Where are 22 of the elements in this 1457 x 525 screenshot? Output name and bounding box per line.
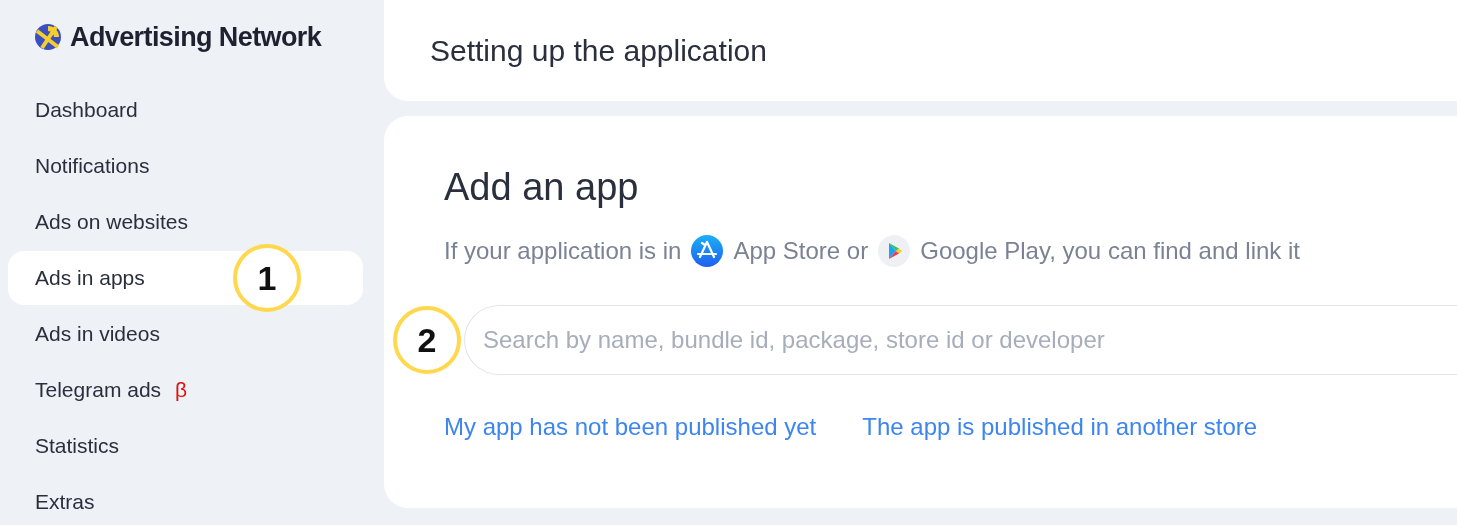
- play-store-icon: [878, 235, 911, 267]
- hint-text: Google Play, you can find and link it: [920, 237, 1300, 265]
- sidebar-item[interactable]: Dashboard: [8, 83, 138, 137]
- hint-text: App Store or: [733, 237, 869, 265]
- link[interactable]: The app is published in another store: [862, 413, 1258, 441]
- sidebar-item[interactable]: Ads on websites: [8, 195, 188, 249]
- sidebar-item[interactable]: Notifications: [8, 139, 150, 193]
- hint-text: If your application is in: [444, 237, 682, 265]
- callout-marker: 1: [233, 244, 301, 312]
- sidebar-item[interactable]: Telegram ads: [8, 363, 162, 417]
- globe-logo-icon: [34, 23, 62, 51]
- page-title: Setting up the application: [430, 33, 767, 68]
- link[interactable]: My app has not been published yet: [444, 413, 817, 441]
- callout-marker: 2: [393, 306, 461, 374]
- app-store-icon: [691, 235, 724, 267]
- logo-text: Advertising Network: [70, 21, 322, 53]
- card-title: Add an app: [444, 166, 640, 209]
- sidebar-item[interactable]: Extras: [8, 475, 95, 525]
- search-field[interactable]: Search by name, bundle id, package, store id or developer: [464, 305, 1457, 375]
- sidebar-item[interactable]: Statistics: [8, 419, 120, 473]
- sidebar-item[interactable]: Ads in videos: [8, 307, 160, 361]
- beta-label: β: [175, 378, 188, 402]
